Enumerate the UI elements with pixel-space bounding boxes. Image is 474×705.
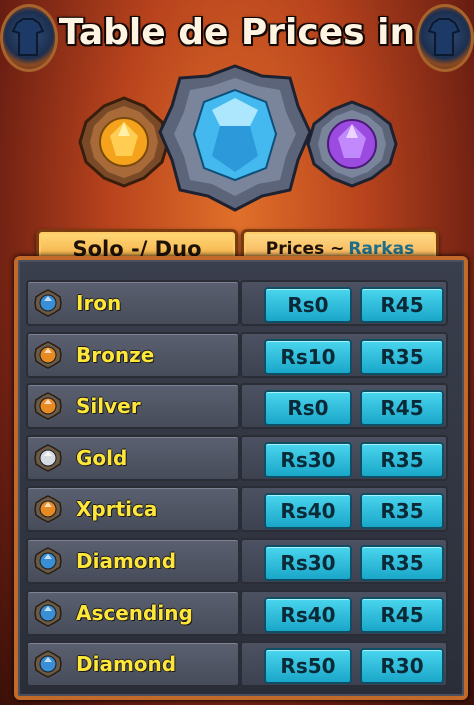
price-button-duo[interactable]: R30 — [360, 648, 444, 684]
price-button-solo[interactable]: Rs40 — [264, 597, 352, 633]
price-cell: Rs0 R45 — [240, 383, 448, 429]
rank-cell: Ascending — [26, 590, 240, 636]
rank-gem-icon — [34, 392, 62, 420]
price-cell: Rs10 R35 — [240, 332, 448, 378]
price-button-duo[interactable]: R45 — [360, 390, 444, 426]
table-row[interactable]: Diamond Rs50 R30 — [26, 641, 448, 687]
price-button-solo[interactable]: Rs30 — [264, 545, 352, 581]
price-cell: Rs30 R35 — [240, 538, 448, 584]
rank-label: Bronze — [76, 343, 155, 367]
rank-gem-icon — [34, 444, 62, 472]
price-button-duo[interactable]: R35 — [360, 493, 444, 529]
price-button-duo[interactable]: R35 — [360, 442, 444, 478]
rank-gem-icon — [34, 341, 62, 369]
price-button-solo[interactable]: Rs40 — [264, 493, 352, 529]
price-button-duo[interactable]: R35 — [360, 545, 444, 581]
price-button-solo[interactable]: Rs10 — [264, 339, 352, 375]
price-cell: Rs50 R30 — [240, 641, 448, 687]
rank-label: Iron — [76, 291, 122, 315]
rank-label: Diamond — [76, 652, 177, 676]
price-cell: Rs0 R45 — [240, 280, 448, 326]
rank-label: Silver — [76, 394, 141, 418]
table-row[interactable]: Bronze Rs10 R35 — [26, 332, 448, 378]
table-row[interactable]: Silver Rs0 R45 — [26, 383, 448, 429]
price-button-solo[interactable]: Rs0 — [264, 287, 352, 323]
table-row[interactable]: Iron Rs0 R45 — [26, 280, 448, 326]
rank-gem-icon — [34, 650, 62, 678]
amber-gem-icon — [78, 96, 170, 188]
price-button-duo[interactable]: R35 — [360, 339, 444, 375]
rank-label: Xprtica — [76, 497, 158, 521]
rank-cell: Gold — [26, 435, 240, 481]
price-cell: Rs40 R35 — [240, 486, 448, 532]
rank-gem-icon — [34, 495, 62, 523]
table-row[interactable]: Diamond Rs30 R35 — [26, 538, 448, 584]
price-cell: Rs30 R35 — [240, 435, 448, 481]
price-button-solo[interactable]: Rs30 — [264, 442, 352, 478]
rank-gem-icon — [34, 289, 62, 317]
table-row[interactable]: Xprtica Rs40 R35 — [26, 486, 448, 532]
rank-cell: Xprtica — [26, 486, 240, 532]
price-button-solo[interactable]: Rs50 — [264, 648, 352, 684]
rank-cell: Silver — [26, 383, 240, 429]
table-row[interactable]: Ascending Rs40 R45 — [26, 590, 448, 636]
rank-label: Diamond — [76, 549, 177, 573]
price-button-solo[interactable]: Rs0 — [264, 390, 352, 426]
price-button-duo[interactable]: R45 — [360, 597, 444, 633]
rank-label: Gold — [76, 446, 128, 470]
rank-label: Ascending — [76, 601, 193, 625]
rank-gem-icon — [34, 599, 62, 627]
price-button-duo[interactable]: R45 — [360, 287, 444, 323]
rank-cell: Iron — [26, 280, 240, 326]
table-row[interactable]: Gold Rs30 R35 — [26, 435, 448, 481]
blue-gem-icon — [158, 64, 312, 212]
price-cell: Rs40 R45 — [240, 590, 448, 636]
purple-gem-icon — [306, 100, 398, 188]
rank-cell: Bronze — [26, 332, 240, 378]
page-title: Table de Prices in — [58, 12, 416, 53]
rank-gem-icon — [34, 547, 62, 575]
rank-cell: Diamond — [26, 641, 240, 687]
rank-cell: Diamond — [26, 538, 240, 584]
